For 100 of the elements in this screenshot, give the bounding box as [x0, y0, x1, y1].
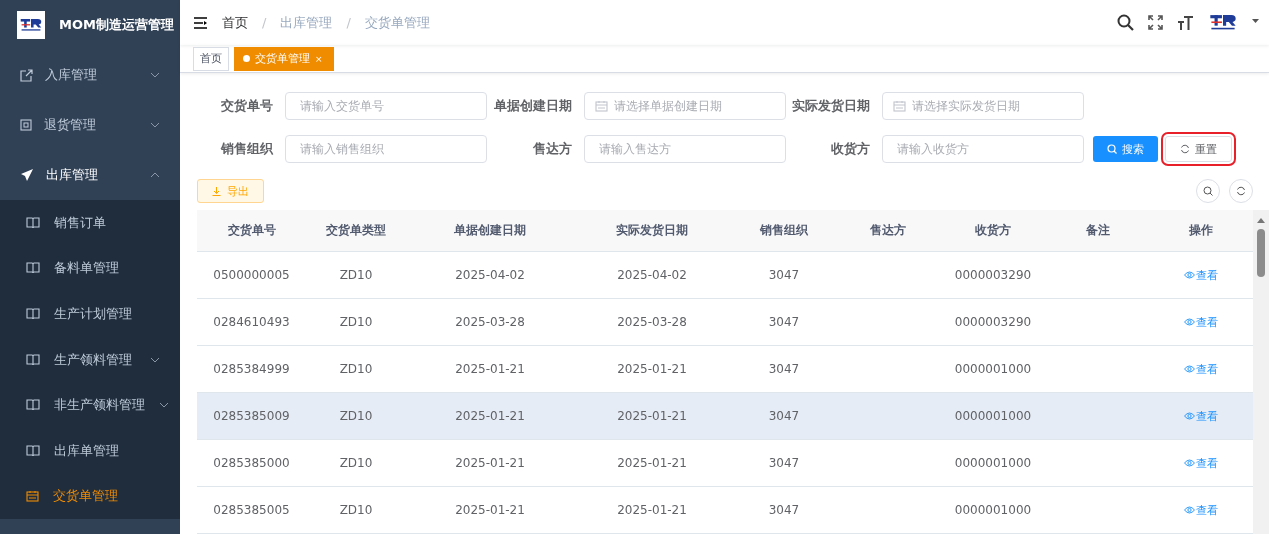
menu-item[interactable]: 出库管理 — [0, 150, 180, 200]
column-header: 实际发货日期 — [616, 223, 688, 237]
table-cell: 2025-01-21 — [617, 362, 687, 376]
submenu-item[interactable]: 非生产领料管理 — [0, 382, 180, 428]
field-label: 实际发货日期 — [791, 97, 871, 115]
submenu-item[interactable]: 销售订单 — [0, 200, 180, 246]
text-size-icon[interactable] — [1177, 14, 1194, 31]
scroll-up-icon[interactable] — [1257, 218, 1265, 223]
book-icon — [26, 262, 40, 275]
table-cell: 2025-04-02 — [617, 268, 687, 282]
table-cell: ZD10 — [339, 315, 373, 329]
table-cell: 0000003290 — [954, 315, 1032, 329]
calendar-icon — [26, 490, 39, 503]
external-link-icon — [20, 68, 33, 82]
table-cell: 0000001000 — [954, 503, 1032, 517]
table-cell: 2025-01-21 — [617, 503, 687, 517]
fullscreen-icon[interactable] — [1148, 15, 1163, 31]
table-cell: 3047 — [768, 503, 800, 517]
table-cell: 2025-01-21 — [455, 456, 525, 470]
column-header: 销售组织 — [760, 223, 808, 237]
table-row[interactable]: 0500000005 ZD10 2025-04-02 2025-04-02 3047 0000003290 查看 — [197, 251, 1253, 299]
column-header: 交货单类型 — [326, 223, 386, 237]
table-cell: 3047 — [768, 315, 800, 329]
table-cell: 3047 — [768, 456, 800, 470]
submenu-item[interactable]: 交货单管理 — [0, 473, 180, 520]
column-header: 单据创建日期 — [454, 223, 526, 237]
status-dot — [243, 55, 250, 63]
submenu-item[interactable]: 备料单管理 — [0, 245, 180, 292]
table-cell: 0000003290 — [954, 268, 1032, 282]
eye-icon — [1183, 318, 1195, 326]
scrollbar-thumb[interactable] — [1257, 229, 1265, 277]
submenu-item[interactable]: 生产计划管理 — [0, 291, 180, 337]
table-cell: 2025-01-21 — [455, 362, 525, 376]
column-header: 收货方 — [975, 223, 1011, 237]
table-row[interactable]: 0285385000 ZD10 2025-01-21 2025-01-21 3047 0000001000 查看 — [197, 439, 1253, 487]
book-icon — [26, 216, 40, 229]
table-cell: 2025-01-21 — [617, 409, 687, 423]
caret-icon[interactable] — [1252, 19, 1259, 25]
refresh-button[interactable] — [1229, 179, 1253, 203]
search-button[interactable]: 搜索 — [1093, 136, 1158, 162]
breadcrumb-item[interactable]: 首页 — [222, 13, 248, 32]
send-icon — [20, 168, 34, 182]
column-header: 操作 — [1188, 223, 1213, 237]
table-cell: ZD10 — [339, 503, 373, 517]
search-toggle-button[interactable] — [1196, 179, 1220, 203]
search-icon[interactable] — [1117, 14, 1134, 32]
eye-icon — [1183, 459, 1195, 467]
app-title: MOM制造运营管理 — [59, 16, 174, 34]
table-cell: 2025-03-28 — [455, 315, 525, 329]
view-link[interactable]: 查看 — [1183, 267, 1218, 283]
table-cell: 0000001000 — [954, 362, 1032, 376]
table-cell: 2025-04-02 — [455, 268, 525, 282]
table-cell: ZD10 — [339, 362, 373, 376]
breadcrumb-item: 交货单管理 — [364, 13, 430, 32]
field-label: 销售组织 — [219, 140, 274, 158]
logo-icon — [19, 17, 43, 33]
book-icon — [26, 308, 40, 320]
refresh-icon — [1236, 186, 1246, 196]
field-label: 单据创建日期 — [493, 97, 573, 115]
field-label: 售达方 — [532, 140, 573, 158]
book-icon — [26, 444, 40, 457]
table-row[interactable]: 0285385009 ZD10 2025-01-21 2025-01-21 3047 0000001000 查看 — [197, 392, 1253, 440]
table-cell: ZD10 — [339, 268, 373, 282]
table-cell: 0285384999 — [213, 362, 290, 376]
eye-icon — [1183, 412, 1195, 420]
table-cell: 2025-01-21 — [455, 409, 525, 423]
breadcrumb-separator: / — [262, 15, 267, 31]
menu-icon[interactable] — [194, 16, 208, 29]
table-cell: 0285385009 — [213, 409, 290, 423]
table-row[interactable]: 0285384999 ZD10 2025-01-21 2025-01-21 3047 0000001000 查看 — [197, 345, 1253, 393]
menu-item[interactable]: 入库管理 — [0, 50, 180, 100]
table-cell: 3047 — [768, 268, 800, 282]
view-link[interactable]: 查看 — [1183, 455, 1218, 471]
table-cell: 2025-03-28 — [617, 315, 687, 329]
tab[interactable]: 首页 — [193, 46, 229, 71]
column-header: 售达方 — [870, 223, 906, 237]
view-link[interactable]: 查看 — [1183, 502, 1218, 518]
table-cell: 3047 — [768, 409, 800, 423]
table-cell: 3047 — [768, 362, 800, 376]
table-cell: 0285385000 — [213, 456, 290, 470]
table-row[interactable]: 0285385005 ZD10 2025-01-21 2025-01-21 3047 0000001000 查看 — [197, 486, 1253, 534]
view-link[interactable]: 查看 — [1183, 314, 1218, 330]
book-icon — [26, 399, 40, 412]
table-cell: 0000001000 — [954, 409, 1032, 423]
search-icon — [1107, 144, 1117, 154]
submenu-item[interactable]: 生产领料管理 — [0, 336, 180, 383]
breadcrumb-separator: / — [346, 15, 351, 31]
table-row[interactable]: 0284610493 ZD10 2025-03-28 2025-03-28 3047 0000003290 查看 — [197, 298, 1253, 346]
calendar-icon — [595, 100, 608, 112]
download-icon — [212, 186, 221, 196]
column-header: 备注 — [1086, 223, 1110, 237]
table-cell: 2025-01-21 — [617, 456, 687, 470]
submenu-item[interactable]: 出库单管理 — [0, 427, 180, 474]
menu-item[interactable]: 退货管理 — [0, 100, 180, 150]
table-cell: 2025-01-21 — [455, 503, 525, 517]
table-cell: 0000001000 — [954, 456, 1032, 470]
view-link[interactable]: 查看 — [1183, 361, 1218, 377]
field-label: 收货方 — [830, 140, 871, 158]
field-label: 交货单号 — [220, 97, 274, 115]
eye-icon — [1183, 365, 1195, 373]
